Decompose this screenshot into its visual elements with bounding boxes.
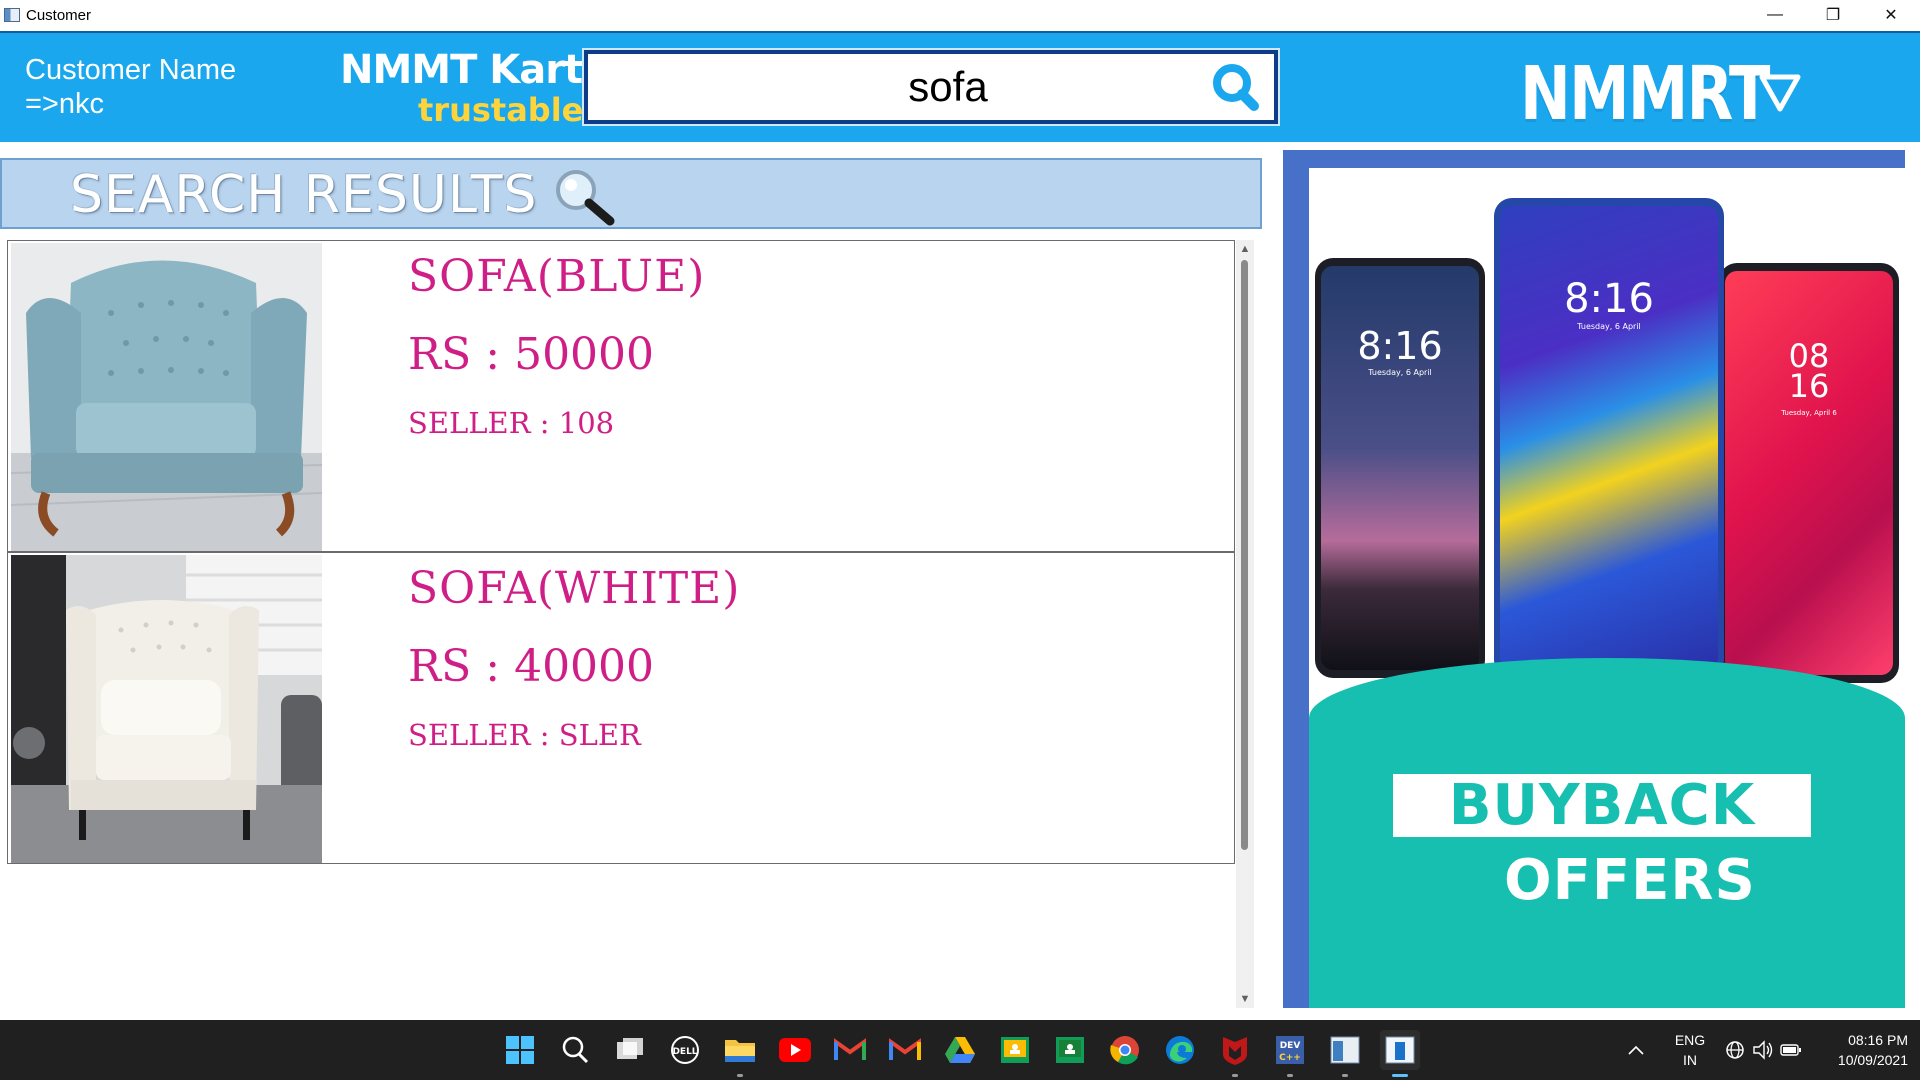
triangle-down-icon [1759,74,1801,112]
minimize-button[interactable]: — [1746,0,1804,30]
product-list: SOFA(BLUE) RS : 50000 SELLER : 108 SOFA(… [7,240,1235,1008]
file-explorer-icon[interactable] [720,1030,760,1077]
mcafee-icon[interactable] [1215,1030,1255,1077]
search-icon[interactable] [555,1030,595,1070]
window-title: Customer [26,6,92,24]
system-clock[interactable]: 08:16 PM 10/09/2021 [1818,1030,1908,1070]
product-item-sofa-blue[interactable]: SOFA(BLUE) RS : 50000 SELLER : 108 [7,240,1235,552]
dell-icon[interactable]: DELL [665,1030,705,1070]
svg-text:C++: C++ [1279,1053,1301,1063]
clock-date: 10/09/2021 [1837,1052,1908,1068]
windows-taskbar: DELL DEV C++ ENG IN 08:16 PM 10/09/2021 [0,1020,1920,1080]
product-price: RS : 50000 [408,329,655,380]
phone-image-right: 08 16 Tuesday, April 6 [1719,263,1899,683]
search-results-title: SEARCH RESULTS [70,165,538,225]
language-code: ENG [1674,1032,1706,1048]
volume-icon[interactable] [1750,1030,1776,1070]
window-titlebar: Customer — ❐ ✕ [0,0,1920,30]
product-image-blue-armchair [11,243,322,551]
brand-name: NMMT Kart [340,47,583,93]
results-scrollbar[interactable]: ▲ ▼ [1236,240,1254,1008]
product-name: SOFA(WHITE) [408,563,741,614]
product-image-white-armchair [11,555,322,863]
app-header: Customer Name =>nkc NMMT Kart trustable … [0,31,1920,142]
dropdown-menu-button[interactable] [1757,71,1803,115]
chrome-icon[interactable] [1105,1030,1145,1070]
app-window-icon[interactable] [1325,1030,1365,1077]
scroll-thumb[interactable] [1241,260,1248,850]
search-bar [582,48,1280,126]
phone-image-left: 8:16 Tuesday, 6 April [1315,258,1485,678]
dev-cpp-icon[interactable]: DEV C++ [1270,1030,1310,1077]
restore-button[interactable]: ❐ [1804,0,1862,30]
svg-text:DELL: DELL [672,1047,697,1057]
product-seller: SELLER : 108 [408,406,615,440]
nmmrt-logo: NMMRT [1520,51,1770,137]
battery-icon[interactable] [1778,1030,1804,1070]
task-view-icon[interactable] [610,1030,650,1070]
product-seller: SELLER : SLER [408,718,641,752]
search-input[interactable] [588,54,1188,120]
search-results-banner: SEARCH RESULTS [0,158,1262,229]
product-name: SOFA(BLUE) [408,251,706,302]
scroll-up-arrow-icon[interactable]: ▲ [1236,240,1254,258]
search-icon [1213,64,1259,111]
customer-app-icon[interactable] [1380,1030,1420,1077]
edge-icon[interactable] [1160,1030,1200,1070]
clock-time: 08:16 PM [1848,1032,1908,1048]
classroom-icon-2[interactable] [1050,1030,1090,1070]
product-item-sofa-white[interactable]: SOFA(WHITE) RS : 40000 SELLER : SLER [7,552,1235,864]
brand-tagline: trustable [418,91,584,129]
buyback-offer-banner[interactable]: 8:16 Tuesday, 6 April 08 16 Tuesday, Apr… [1309,168,1905,1008]
scroll-down-arrow-icon[interactable]: ▼ [1236,990,1254,1008]
ad-headline-offers: OFFERS [1504,848,1756,913]
input-language-indicator[interactable]: ENG IN [1672,1030,1708,1070]
close-button[interactable]: ✕ [1862,0,1920,30]
app-icon [4,8,20,22]
youtube-icon[interactable] [775,1030,815,1070]
advertisement-panel: 8:16 Tuesday, 6 April 08 16 Tuesday, Apr… [1283,150,1905,1008]
window-controls: — ❐ ✕ [1746,0,1920,30]
magnifier-icon [556,170,615,226]
network-globe-icon[interactable] [1722,1030,1748,1070]
product-price: RS : 40000 [408,641,655,692]
customer-name-value: =>nkc [25,88,104,120]
region-code: IN [1683,1052,1697,1068]
gmail-icon-2[interactable] [885,1030,925,1070]
google-drive-icon[interactable] [940,1030,980,1070]
windows-start-icon[interactable] [500,1030,540,1070]
customer-name-label: Customer Name [25,54,237,86]
gmail-icon[interactable] [830,1030,870,1070]
search-button[interactable] [1206,60,1264,114]
classroom-icon[interactable] [995,1030,1035,1070]
phone-image-center: 8:16 Tuesday, 6 April [1494,198,1724,678]
chevron-up-icon[interactable] [1624,1030,1648,1070]
ad-headline-buyback: BUYBACK [1393,774,1811,837]
svg-text:DEV: DEV [1280,1041,1301,1051]
